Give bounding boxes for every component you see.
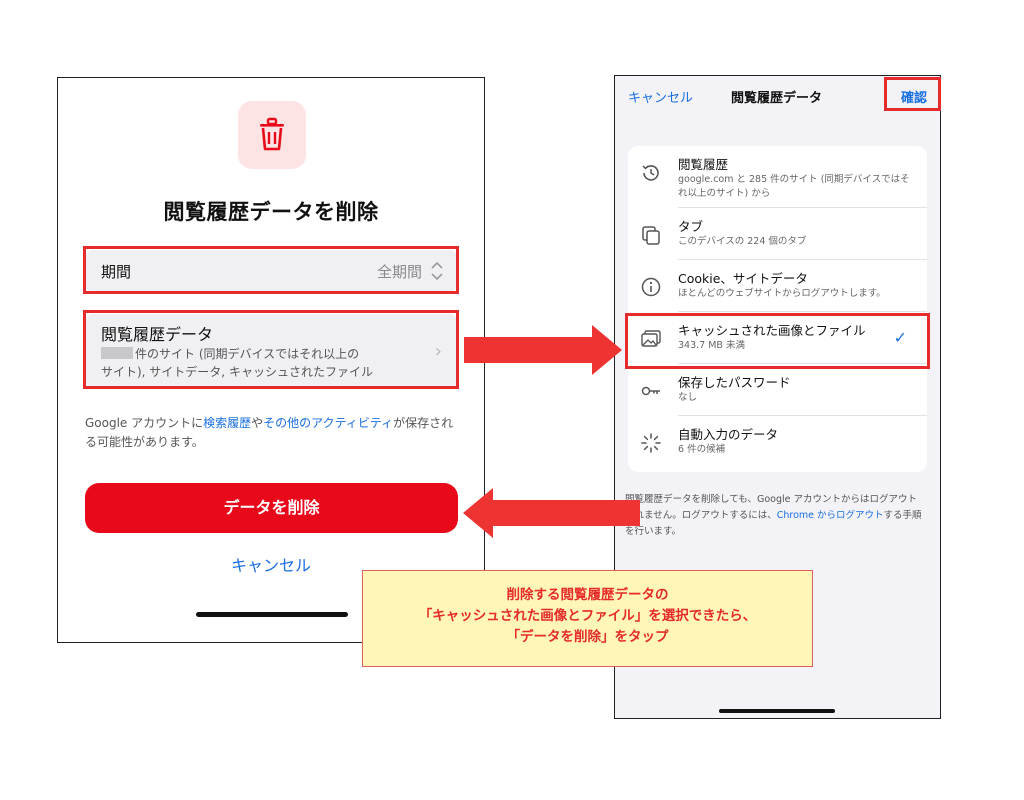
chrome-logout-link[interactable]: Chrome からログアウト: [777, 510, 884, 521]
list-item-tabs[interactable]: タブ このデバイスの 224 個のタブ: [628, 208, 927, 260]
history-icon: [642, 165, 659, 181]
callout-line2: 「キャッシュされた画像とファイル」を選択できたら、: [418, 608, 757, 624]
trash-icon: [260, 117, 284, 151]
list-item-saved-passwords[interactable]: 保存したパスワード なし: [628, 364, 927, 416]
period-highlight-box: [83, 246, 459, 294]
search-history-link[interactable]: 検索履歴: [203, 416, 251, 430]
item-description: 6 件の候補: [678, 444, 726, 455]
tabs-icon: [642, 226, 660, 245]
data-type-list: 閲覧履歴 google.com と 285 件のサイト (同期デバイスではそれ以…: [628, 146, 927, 472]
arrow-right-icon: [464, 325, 624, 375]
info-icon: [641, 277, 661, 297]
nav-title: 閲覧履歴データ: [731, 91, 823, 106]
item-description: ほとんどのウェブサイトからログアウトします。: [678, 288, 886, 299]
item-title: 保存したパスワード: [678, 375, 791, 390]
logout-note: 閲覧履歴データを削除しても、Google アカウントからはログアウトされません。…: [625, 492, 925, 540]
callout-line3: 「データを削除」をタップ: [506, 629, 669, 645]
nav-cancel-button[interactable]: キャンセル: [628, 87, 693, 106]
home-indicator: [196, 612, 348, 617]
item-description: このデバイスの 224 個のタブ: [678, 236, 807, 247]
page-title: 閲覧履歴データを削除: [163, 200, 379, 224]
list-item-browsing-history[interactable]: 閲覧履歴 google.com と 285 件のサイト (同期デバイスではそれ以…: [628, 146, 927, 208]
history-highlight-box: [83, 310, 459, 389]
list-item-autofill[interactable]: 自動入力のデータ 6 件の候補: [628, 416, 927, 468]
item-title: Cookie、サイトデータ: [678, 271, 808, 286]
home-indicator: [719, 709, 835, 713]
autofill-icon: [641, 433, 661, 453]
delete-data-button[interactable]: データを削除: [85, 483, 458, 533]
cached-images-highlight-box: [625, 313, 930, 369]
item-title: タブ: [678, 219, 704, 234]
item-title: 自動入力のデータ: [678, 427, 779, 442]
confirm-highlight-box: [884, 77, 941, 111]
item-description: なし: [678, 392, 698, 403]
note-text: や: [251, 416, 264, 430]
key-icon: [641, 386, 660, 396]
instruction-callout: 削除する閲覧履歴データの 「キャッシュされた画像とファイル」を選択できたら、 「…: [362, 570, 813, 667]
arrow-left-icon: [463, 488, 641, 538]
account-note: Google アカウントに検索履歴やその他のアクティビティが保存される可能性があ…: [85, 414, 461, 452]
item-title: 閲覧履歴: [678, 157, 729, 172]
trash-icon-container: [238, 101, 306, 169]
callout-line1: 削除する閲覧履歴データの: [506, 587, 669, 603]
other-activity-link[interactable]: その他のアクティビティ: [263, 416, 393, 430]
list-item-cookies[interactable]: Cookie、サイトデータ ほとんどのウェブサイトからログアウトします。: [628, 260, 927, 312]
item-description: google.com と 285 件のサイト (同期デバイスではそれ以上のサイト…: [678, 174, 910, 199]
note-text: Google アカウントに: [85, 416, 204, 430]
